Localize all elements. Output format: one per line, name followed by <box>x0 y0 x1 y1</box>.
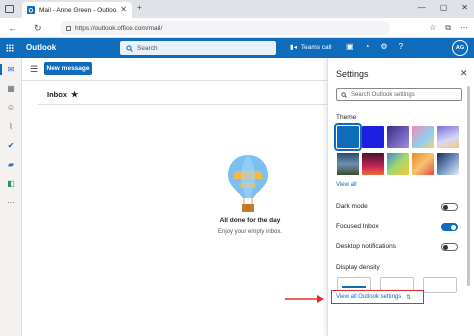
url-field[interactable]: https://outlook.office.com/mail/ <box>60 21 390 35</box>
outlook-favicon-icon: O <box>27 6 35 14</box>
search-icon <box>341 91 347 98</box>
attachment-icon[interactable]: ⌇ <box>5 121 17 132</box>
header-icons: ▣ ◔ ⚙ ? <box>346 42 403 51</box>
app-launcher-icon[interactable] <box>6 44 14 52</box>
new-tab-button[interactable]: + <box>137 4 142 12</box>
lock-icon <box>66 25 71 31</box>
video-call-icon: ▮◂ <box>290 44 297 51</box>
url-text: https://outlook.office.com/mail/ <box>75 24 163 32</box>
todo-icon[interactable]: ✔ <box>5 140 17 151</box>
calendar-icon[interactable]: ▦ <box>5 83 17 94</box>
address-bar-row: ← ↻ https://outlook.office.com/mail/ ☆ ⧉… <box>0 18 474 38</box>
myday-icon[interactable]: ▣ <box>346 42 354 51</box>
empty-inbox-subtitle: Enjoy your empty inbox. <box>217 229 283 235</box>
teams-icon[interactable]: ▰ <box>5 159 17 170</box>
view-all-outlook-settings-link[interactable]: View all Outlook settings ⇅ <box>331 290 424 304</box>
refresh-button[interactable]: ↻ <box>34 22 42 34</box>
collections-icon[interactable]: ⧉ <box>445 23 451 33</box>
browser-toolbar-icons: ☆ ⧉ ⋯ <box>429 23 468 33</box>
dark-mode-toggle[interactable] <box>441 203 458 211</box>
theme-swatch-mountain[interactable] <box>437 153 459 175</box>
settings-title: Settings <box>336 69 369 79</box>
settings-gear-icon[interactable]: ⚙ <box>380 42 387 51</box>
folder-header: Inbox ★ <box>47 90 78 99</box>
theme-swatch-landscape[interactable] <box>337 153 359 175</box>
minimize-button[interactable]: — <box>418 3 426 12</box>
folder-title: Inbox <box>47 90 67 99</box>
theme-swatch-palm[interactable] <box>437 126 459 148</box>
view-all-settings-label: View all Outlook settings <box>336 294 402 300</box>
help-icon[interactable]: ? <box>399 42 403 51</box>
toolbar-divider <box>22 80 327 81</box>
browser-tab-bar: O Mail - Anne Green - Outlook ✕ + — ▢ ✕ <box>0 0 474 18</box>
settings-scrollbar[interactable] <box>467 86 470 286</box>
window-controls: — ▢ ✕ <box>418 3 468 12</box>
teams-call-button[interactable]: ▮◂ Teams call <box>290 43 332 52</box>
empty-inbox-balloon-icon <box>228 155 268 212</box>
density-option-compact[interactable] <box>423 277 457 293</box>
settings-sliders-icon: ⇅ <box>406 294 412 301</box>
mail-icon[interactable]: ✉ <box>5 64 17 75</box>
back-button[interactable]: ← <box>8 22 17 34</box>
settings-panel: Settings ✕ Search Outlook settings Theme… <box>327 58 474 336</box>
theme-swatch-dark-blue[interactable] <box>362 126 384 148</box>
density-preview <box>342 286 366 288</box>
svg-text:O: O <box>29 8 34 14</box>
close-window-button[interactable]: ✕ <box>461 3 468 12</box>
tab-actions-icon[interactable] <box>5 5 14 13</box>
theme-swatch-colorful[interactable] <box>412 126 434 148</box>
focused-inbox-toggle[interactable] <box>441 223 458 231</box>
view-all-themes-link[interactable]: View all <box>336 182 357 188</box>
more-apps-icon[interactable]: ⋯ <box>5 197 17 208</box>
display-density-label: Display density <box>336 264 380 271</box>
more-icon[interactable]: ⋯ <box>460 23 468 33</box>
tab-close-icon[interactable]: ✕ <box>120 6 127 14</box>
desktop-notifications-label: Desktop notifications <box>336 243 396 250</box>
theme-swatch-blue[interactable] <box>334 123 362 151</box>
teams-call-label: Teams call <box>300 43 332 51</box>
search-box[interactable]: Search <box>120 41 276 55</box>
toggle-knob <box>443 205 448 210</box>
focused-inbox-label: Focused Inbox <box>336 223 379 230</box>
outlook-brand[interactable]: Outlook <box>26 43 56 52</box>
app-rail: ✉ ▦ ☺ ⌇ ✔ ▰ ◧ ⋯ <box>0 58 22 336</box>
avatar[interactable]: AG <box>452 40 468 56</box>
theme-swatch-orange[interactable] <box>412 153 434 175</box>
dark-mode-label: Dark mode <box>336 203 368 210</box>
maximize-button[interactable]: ▢ <box>440 3 448 12</box>
favorite-star-icon[interactable]: ★ <box>71 90 78 99</box>
list-divider <box>38 104 327 105</box>
close-icon[interactable]: ✕ <box>460 68 468 79</box>
empty-inbox-title: All done for the day <box>219 217 281 224</box>
rail-active-indicator <box>0 64 2 75</box>
people-icon[interactable]: ☺ <box>5 102 17 113</box>
settings-search-placeholder: Search Outlook settings <box>351 91 415 98</box>
browser-tab[interactable]: O Mail - Anne Green - Outlook ✕ <box>22 2 132 18</box>
toggle-knob <box>443 245 448 250</box>
annotation-arrow-icon <box>285 295 324 303</box>
outlook-header: Outlook Search ▮◂ Teams call ▣ ◔ ⚙ ? AG <box>0 38 474 58</box>
toggle-knob <box>451 225 456 230</box>
theme-swatch-sunset[interactable] <box>362 153 384 175</box>
new-message-button[interactable]: New message <box>44 62 92 75</box>
favorites-icon[interactable]: ☆ <box>429 23 436 33</box>
desktop-notifications-toggle[interactable] <box>441 243 458 251</box>
collapse-nav-icon[interactable]: ☰ <box>30 64 38 75</box>
settings-search-input[interactable]: Search Outlook settings <box>336 88 462 101</box>
apps-icon[interactable]: ◧ <box>5 178 17 189</box>
theme-label: Theme <box>336 114 357 121</box>
search-icon <box>126 45 133 52</box>
theme-swatch-circuit[interactable] <box>387 153 409 175</box>
notifications-icon[interactable]: ◔ <box>365 42 370 51</box>
tab-title: Mail - Anne Green - Outlook <box>39 6 117 14</box>
theme-swatch-purple[interactable] <box>387 126 409 148</box>
search-placeholder: Search <box>137 44 158 52</box>
